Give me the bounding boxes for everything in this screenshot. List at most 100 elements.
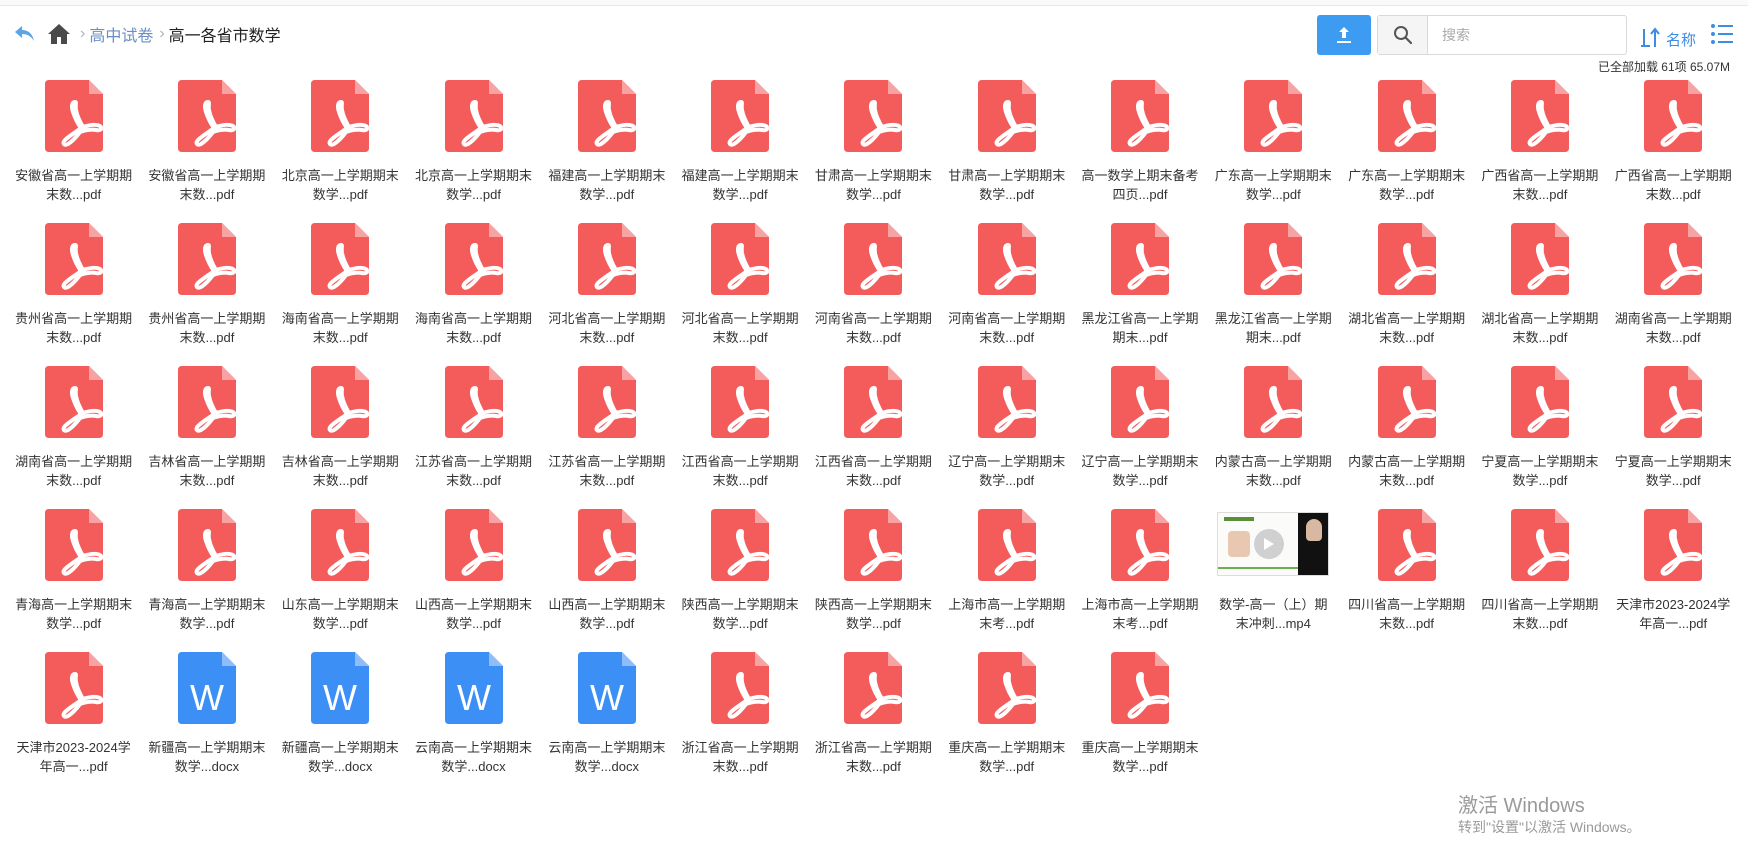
file-item[interactable]: 甘肃高一上学期期末数学...pdf [807,80,940,223]
file-item[interactable]: 广东高一上学期期末数学...pdf [1340,80,1473,223]
file-item[interactable]: 辽宁高一上学期期末数学...pdf [940,366,1073,509]
file-item[interactable]: 青海高一上学期期末数学...pdf [140,509,273,652]
file-name: 海南省高一上学期期末数...pdf [281,311,399,345]
file-name: 黑龙江省高一上学期期末...pdf [1081,311,1199,345]
file-item[interactable]: 河南省高一上学期期末数...pdf [807,223,940,366]
list-view-button[interactable] [1708,20,1736,48]
pdf-file-icon [414,366,534,448]
file-name: 湖北省高一上学期期末数...pdf [1481,311,1599,345]
pdf-file-icon [147,366,267,448]
windows-activation-watermark: 激活 Windows 转到"设置"以激活 Windows。 [1458,794,1641,836]
file-item[interactable]: 湖南省高一上学期期末数...pdf [7,366,140,509]
file-item[interactable]: 吉林省高一上学期期末数...pdf [140,366,273,509]
file-item[interactable]: W 云南高一上学期期末数学...docx [407,652,540,795]
file-item[interactable]: 江苏省高一上学期期末数...pdf [540,366,673,509]
pdf-file-icon [280,366,400,448]
sort-by-name-button[interactable]: 名称 [1640,20,1696,50]
file-item[interactable]: 海南省高一上学期期末数...pdf [274,223,407,366]
file-item[interactable]: 湖北省高一上学期期末数...pdf [1473,223,1606,366]
pdf-file-icon [14,509,134,591]
file-item[interactable]: 江苏省高一上学期期末数...pdf [407,366,540,509]
file-item[interactable]: 江西省高一上学期期末数...pdf [807,366,940,509]
file-item[interactable]: 福建高一上学期期末数学...pdf [673,80,806,223]
file-name: 辽宁高一上学期期末数学...pdf [1081,454,1199,488]
pdf-file-icon [947,223,1067,305]
video-thumbnail [1213,509,1333,591]
file-item[interactable]: 湖南省高一上学期期末数...pdf [1607,223,1740,366]
file-item[interactable]: W 新疆高一上学期期末数学...docx [274,652,407,795]
file-item[interactable]: 广西省高一上学期期末数...pdf [1607,80,1740,223]
file-item[interactable]: 天津市2023-2024学年高一...pdf [1607,509,1740,652]
file-item[interactable]: 河南省高一上学期期末数...pdf [940,223,1073,366]
file-item[interactable]: 山东高一上学期期末数学...pdf [274,509,407,652]
file-name: 甘肃高一上学期期末数学...pdf [814,168,932,202]
file-name: 湖南省高一上学期期末数...pdf [15,454,133,488]
file-item[interactable]: 青海高一上学期期末数学...pdf [7,509,140,652]
back-arrow-icon [15,26,34,41]
file-item[interactable]: 陕西高一上学期期末数学...pdf [673,509,806,652]
file-item[interactable]: 山西高一上学期期末数学...pdf [540,509,673,652]
file-name: 安徽省高一上学期期末数...pdf [15,168,133,202]
file-item[interactable]: 安徽省高一上学期期末数...pdf [7,80,140,223]
file-item[interactable]: 广西省高一上学期期末数...pdf [1473,80,1606,223]
file-item[interactable]: 湖北省高一上学期期末数...pdf [1340,223,1473,366]
breadcrumb-current: 高一各省市数学 [168,28,281,45]
file-item[interactable]: 安徽省高一上学期期末数...pdf [140,80,273,223]
file-item[interactable]: 数学-高一（上）期末冲刺...mp4 [1207,509,1340,652]
file-item[interactable]: 四川省高一上学期期末数...pdf [1473,509,1606,652]
search-button[interactable] [1378,16,1428,54]
file-item[interactable]: 河北省高一上学期期末数...pdf [673,223,806,366]
file-item[interactable]: 宁夏高一上学期期末数学...pdf [1607,366,1740,509]
file-item[interactable]: 黑龙江省高一上学期期末...pdf [1207,223,1340,366]
file-item[interactable]: 北京高一上学期期末数学...pdf [274,80,407,223]
file-item[interactable]: 重庆高一上学期期末数学...pdf [940,652,1073,795]
file-item[interactable]: 浙江省高一上学期期末数...pdf [673,652,806,795]
pdf-file-icon [14,223,134,305]
pdf-file-icon [680,80,800,162]
file-item[interactable]: 广东高一上学期期末数学...pdf [1207,80,1340,223]
file-item[interactable]: 山西高一上学期期末数学...pdf [407,509,540,652]
pdf-file-icon [147,223,267,305]
back-button[interactable] [12,21,38,47]
file-item[interactable]: W 云南高一上学期期末数学...docx [540,652,673,795]
file-item[interactable]: 辽宁高一上学期期末数学...pdf [1073,366,1206,509]
file-name: 江西省高一上学期期末数...pdf [681,454,799,488]
file-item[interactable]: 贵州省高一上学期期末数...pdf [7,223,140,366]
file-item[interactable]: 北京高一上学期期末数学...pdf [407,80,540,223]
file-name: 海南省高一上学期期末数...pdf [415,311,533,345]
file-item[interactable]: 福建高一上学期期末数学...pdf [540,80,673,223]
file-item[interactable]: 宁夏高一上学期期末数学...pdf [1473,366,1606,509]
upload-button[interactable] [1317,15,1371,55]
file-item[interactable]: 内蒙古高一上学期期末数...pdf [1340,366,1473,509]
search-input[interactable] [1428,16,1626,54]
file-item[interactable]: W 新疆高一上学期期末数学...docx [140,652,273,795]
file-item[interactable]: 江西省高一上学期期末数...pdf [673,366,806,509]
breadcrumb-parent-link[interactable]: 高中试卷 [89,22,153,46]
pdf-file-icon [14,80,134,162]
pdf-file-icon [1080,366,1200,448]
file-item[interactable]: 上海市高一上学期期末考...pdf [940,509,1073,652]
file-name: 天津市2023-2024学年高一...pdf [1616,597,1731,631]
file-item[interactable]: 吉林省高一上学期期末数...pdf [274,366,407,509]
file-item[interactable]: 甘肃高一上学期期末数学...pdf [940,80,1073,223]
file-name: 河南省高一上学期期末数...pdf [814,311,932,345]
pdf-file-icon [680,223,800,305]
pdf-file-icon [813,652,933,734]
home-button[interactable] [44,21,74,47]
word-file-icon: W [147,652,267,734]
file-item[interactable]: 重庆高一上学期期末数学...pdf [1073,652,1206,795]
file-item[interactable]: 浙江省高一上学期期末数...pdf [807,652,940,795]
file-item[interactable]: 高一数学上期末备考四页...pdf [1073,80,1206,223]
pdf-file-icon [414,509,534,591]
file-item[interactable]: 内蒙古高一上学期期末数...pdf [1207,366,1340,509]
file-item[interactable]: 贵州省高一上学期期末数...pdf [140,223,273,366]
file-item[interactable]: 上海市高一上学期期末考...pdf [1073,509,1206,652]
file-item[interactable]: 四川省高一上学期期末数...pdf [1340,509,1473,652]
file-item[interactable]: 天津市2023-2024学年高一...pdf [7,652,140,795]
word-file-icon: W [280,652,400,734]
file-name: 高一数学上期末备考四页...pdf [1081,168,1199,202]
file-item[interactable]: 海南省高一上学期期末数...pdf [407,223,540,366]
file-item[interactable]: 河北省高一上学期期末数...pdf [540,223,673,366]
file-item[interactable]: 黑龙江省高一上学期期末...pdf [1073,223,1206,366]
file-item[interactable]: 陕西高一上学期期末数学...pdf [807,509,940,652]
